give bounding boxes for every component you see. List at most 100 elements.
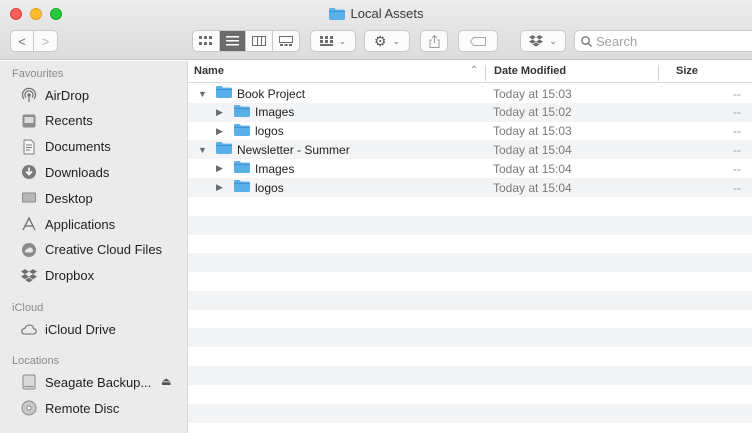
column-separator[interactable] <box>485 65 486 81</box>
gear-icon: ⚙ <box>373 32 387 49</box>
sidebar-item-seagate-backup[interactable]: Seagate Backup... <box>0 370 187 394</box>
sidebar-item-icloud-drive[interactable]: iCloud Drive <box>0 317 187 341</box>
creative-cloud-icon <box>20 241 38 259</box>
sidebar-item-label: Remote Disc <box>45 400 120 416</box>
nav-buttons: < > <box>10 30 58 52</box>
disc-icon <box>20 399 38 417</box>
list-item[interactable]: ▶ logos Today at 15:03 -- <box>188 122 752 141</box>
sidebar-item-airdrop[interactable]: AirDrop <box>0 83 187 107</box>
column-name-header[interactable]: Name <box>194 65 224 77</box>
airdrop-icon <box>20 86 38 104</box>
dropbox-icon <box>529 35 544 47</box>
disclosure-closed-icon[interactable]: ▶ <box>216 107 223 118</box>
tags-button[interactable] <box>458 30 498 52</box>
column-size-header[interactable]: Size <box>676 65 698 77</box>
list-item[interactable]: ▶ logos Today at 15:04 -- <box>188 178 752 197</box>
sidebar-item-label: Recents <box>45 113 93 129</box>
sidebar-item-label: Documents <box>45 139 111 155</box>
forward-button[interactable]: > <box>34 31 57 51</box>
action-button[interactable]: ⚙ ⌄ <box>364 30 410 52</box>
list-view-icon <box>225 36 239 46</box>
file-name: Images <box>234 161 294 176</box>
sidebar-item-dropbox[interactable]: Dropbox <box>0 264 187 288</box>
downloads-icon <box>20 163 38 181</box>
file-size: -- <box>733 180 741 195</box>
sidebar-item-label: iCloud Drive <box>45 321 116 337</box>
window-title: Local Assets <box>0 6 752 23</box>
list-item[interactable]: ▶ Images Today at 15:02 -- <box>188 102 752 122</box>
column-date-header[interactable]: Date Modified <box>494 65 566 77</box>
list-view-button[interactable] <box>219 31 246 51</box>
icon-view-icon <box>199 36 213 45</box>
list-item[interactable]: ▶ Images Today at 15:04 -- <box>188 159 752 178</box>
date-modified: Today at 15:03 <box>493 124 572 139</box>
share-button[interactable] <box>420 30 448 52</box>
chevron-down-icon: ⌄ <box>549 35 557 46</box>
disclosure-open-icon[interactable]: ▼ <box>198 89 207 99</box>
forward-label: > <box>41 33 50 49</box>
search-icon <box>581 35 592 47</box>
empty-row <box>188 310 752 329</box>
eject-icon[interactable]: ⏏ <box>161 375 171 388</box>
sidebar-item-label: Applications <box>45 216 116 232</box>
sidebar-item-remote-disc[interactable]: Remote Disc <box>0 396 187 420</box>
date-modified: Today at 15:04 <box>493 161 572 176</box>
sidebar-item-label: Desktop <box>45 190 93 206</box>
sidebar-item-creative-cloud-files[interactable]: Creative Cloud Files <box>0 238 187 262</box>
list-item[interactable]: ▼ Book Project Today at 15:03 -- <box>188 84 752 103</box>
chevron-down-icon: ⌄ <box>392 35 401 46</box>
dropbox-button[interactable]: ⌄ <box>520 30 566 52</box>
sort-indicator-icon: ⌃ <box>470 65 479 76</box>
disclosure-closed-icon[interactable]: ▶ <box>216 182 223 193</box>
sidebar-item-downloads[interactable]: Downloads <box>0 160 187 184</box>
file-name-text: logos <box>255 180 284 195</box>
empty-row <box>188 347 752 366</box>
window-title-text: Local Assets <box>350 6 424 21</box>
sidebar-item-label: Seagate Backup... <box>45 374 152 390</box>
file-size: -- <box>733 86 741 101</box>
folder-icon <box>234 123 250 139</box>
icon-view-button[interactable] <box>193 31 220 51</box>
disclosure-open-icon[interactable]: ▼ <box>198 145 207 155</box>
sidebar-item-recents[interactable]: Recents <box>0 109 187 133</box>
back-label: < <box>18 33 26 49</box>
column-separator[interactable] <box>658 65 659 81</box>
sidebar-section-header: Favourites <box>12 68 64 80</box>
column-view-icon <box>251 36 266 46</box>
recents-icon <box>20 112 38 130</box>
empty-row <box>188 197 752 216</box>
disclosure-closed-icon[interactable]: ▶ <box>216 126 223 137</box>
empty-row <box>188 234 752 253</box>
empty-row <box>188 290 752 310</box>
column-view-button[interactable] <box>246 31 273 51</box>
search-field[interactable] <box>574 30 752 52</box>
file-name-text: Images <box>255 105 295 120</box>
file-size: -- <box>733 105 741 120</box>
sidebar-item-label: Dropbox <box>45 268 95 284</box>
folder-icon <box>216 142 232 157</box>
sidebar-item-desktop[interactable]: Desktop <box>0 186 187 210</box>
sidebar-item-applications[interactable]: Applications <box>0 212 187 236</box>
list-item[interactable]: ▼ Newsletter - Summer Today at 15:04 -- <box>188 140 752 160</box>
folder-icon <box>234 180 250 195</box>
file-name-text: Images <box>255 161 295 176</box>
file-list: Name ⌃ Date Modified Size ▼ Book Project T… <box>188 61 752 433</box>
folder-icon <box>216 86 232 101</box>
empty-row <box>188 328 752 348</box>
file-name-text: Book Project <box>237 86 306 101</box>
sidebar: Favourites AirDrop Recents Documents Downloa… <box>0 61 188 433</box>
desktop-icon <box>20 189 38 207</box>
disclosure-closed-icon[interactable]: ▶ <box>216 163 223 174</box>
group-by-button[interactable]: ⌄ <box>310 30 356 52</box>
gallery-view-button[interactable] <box>273 31 299 51</box>
sidebar-item-label: AirDrop <box>45 87 90 103</box>
share-icon <box>429 34 439 48</box>
file-name-text: logos <box>255 124 284 139</box>
file-name: Images <box>234 104 295 120</box>
file-size: -- <box>733 161 741 176</box>
search-input[interactable] <box>596 33 746 49</box>
empty-row <box>188 366 752 385</box>
date-modified: Today at 15:04 <box>493 180 572 195</box>
sidebar-item-documents[interactable]: Documents <box>0 135 187 159</box>
back-button[interactable]: < <box>11 31 35 51</box>
